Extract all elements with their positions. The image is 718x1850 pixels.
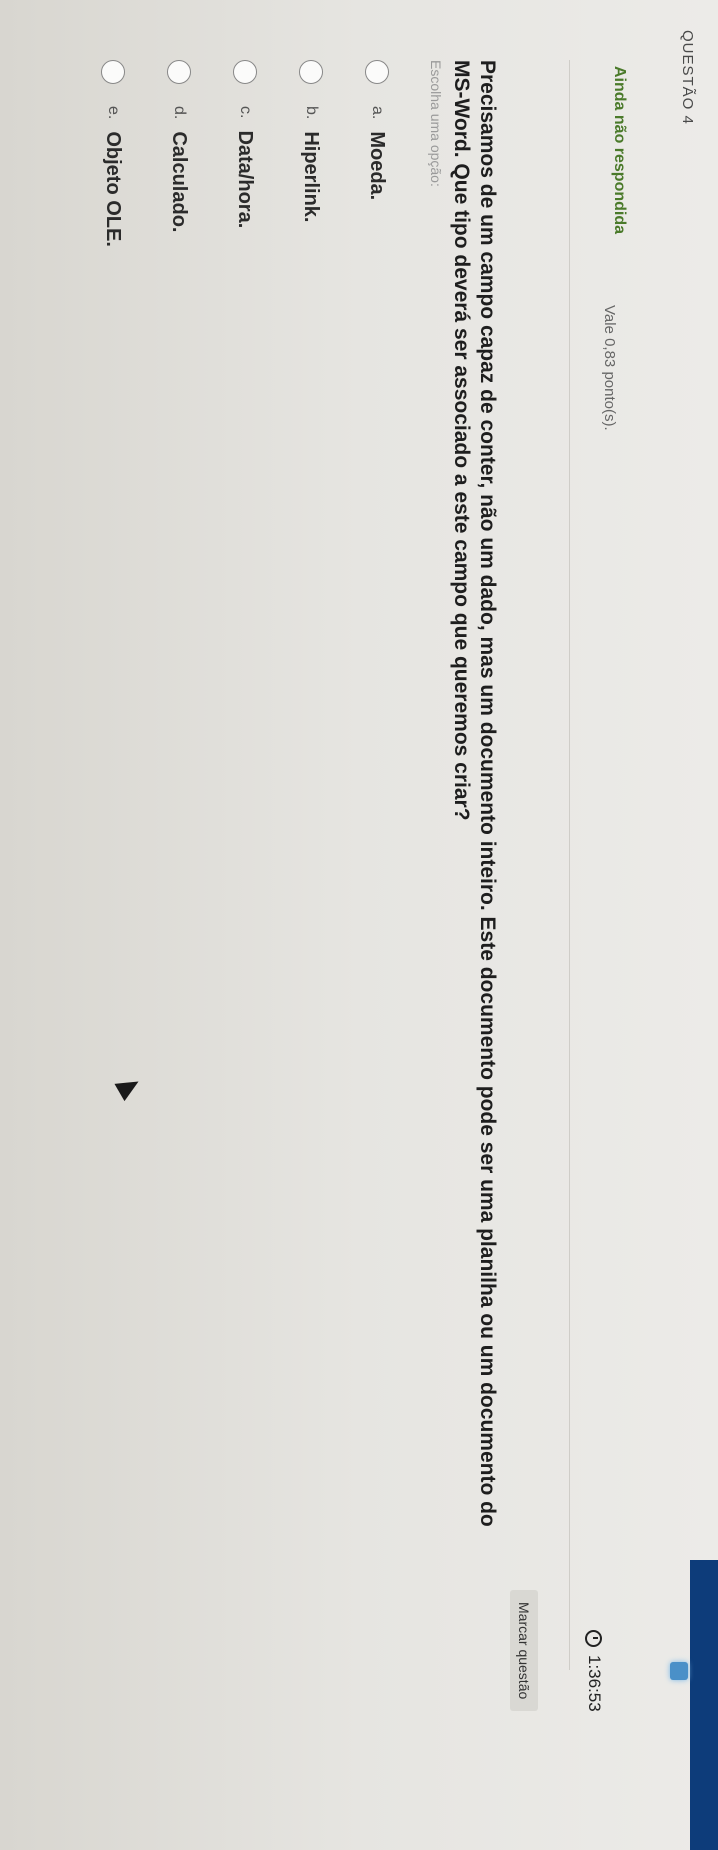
option-d[interactable]: d. Calculado. [146,60,212,247]
radio-button[interactable] [167,60,191,84]
question-text: Precisamos de um campo capaz de conter, … [450,60,499,1527]
option-label[interactable]: Calculado. [168,131,191,232]
choose-option-hint: Escolha uma opção: [428,60,444,187]
divider [569,60,570,1670]
option-label[interactable]: Objeto OLE. [102,131,125,247]
timer-value: 1:36:53 [585,1655,604,1712]
radio-button[interactable] [101,60,125,84]
timer: 1:36:53 [584,1630,604,1712]
quiz-panel: QUESTÃO 4 Ainda não respondida Vale 0,83… [0,0,700,1850]
answer-status: Ainda não respondida [611,66,628,235]
option-letter: c. [237,106,254,119]
clock-icon [585,1630,603,1647]
options-list: a. Moeda. b. Hiperlink. c. Data/hora. d.… [80,60,410,247]
question-number: QUESTÃO 4 [679,30,696,125]
option-label[interactable]: Moeda. [366,131,389,200]
mark-question-button[interactable]: Marcar questão [510,1590,538,1712]
option-letter: a. [369,106,386,120]
option-e[interactable]: e. Objeto OLE. [80,60,146,247]
option-a[interactable]: a. Moeda. [344,60,410,247]
option-letter: b. [303,106,320,120]
option-letter: d. [171,106,188,120]
question-points: Vale 0,83 ponto(s). [601,305,618,431]
option-label[interactable]: Data/hora. [234,130,257,228]
radio-button[interactable] [365,60,389,84]
screen: QUESTÃO 4 Ainda não respondida Vale 0,83… [0,0,718,1850]
option-label[interactable]: Hiperlink. [300,131,323,222]
option-b[interactable]: b. Hiperlink. [278,60,344,247]
mouse-pointer-icon [114,1072,144,1102]
radio-button[interactable] [299,60,323,84]
option-letter: e. [105,106,122,120]
radio-button[interactable] [233,60,257,84]
option-c[interactable]: c. Data/hora. [212,60,278,247]
